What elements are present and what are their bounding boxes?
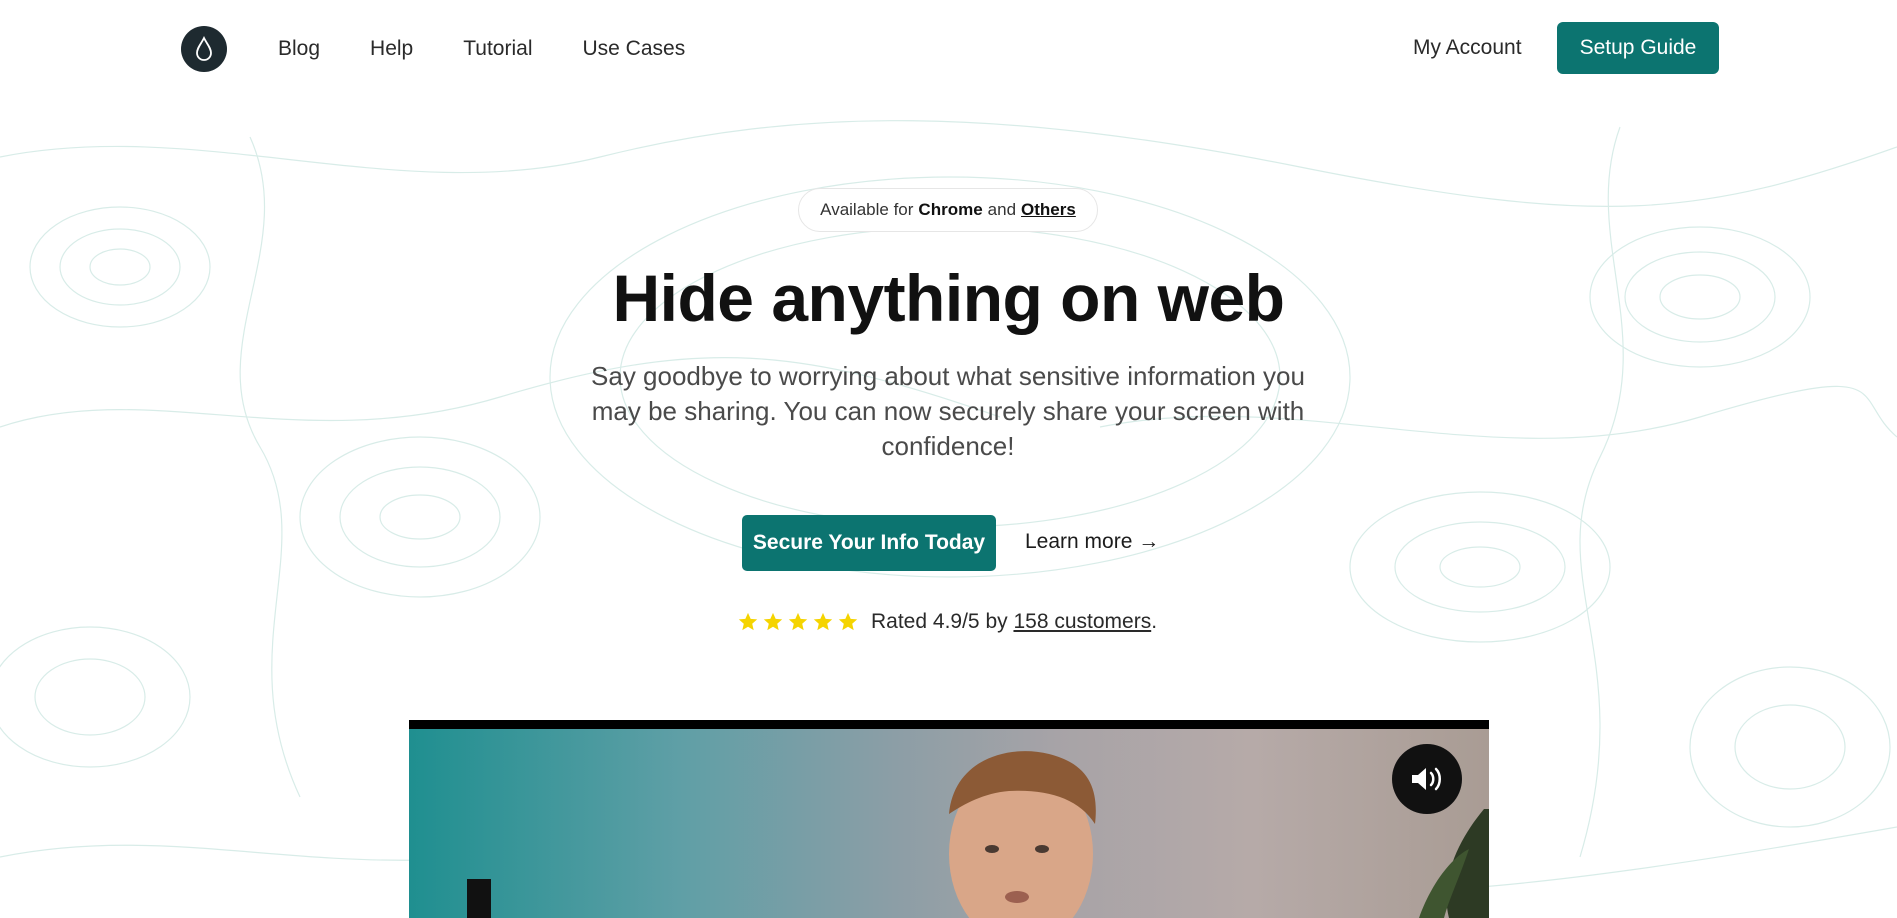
water-drop-icon bbox=[196, 36, 212, 61]
nav-tutorial[interactable]: Tutorial bbox=[463, 37, 532, 61]
rating-row: Rated 4.9/5 by 158 customers. bbox=[737, 607, 1157, 637]
rating-suffix: /5 by bbox=[962, 610, 1008, 633]
setup-guide-button[interactable]: Setup Guide bbox=[1557, 22, 1719, 74]
logo[interactable] bbox=[181, 26, 227, 72]
star-icon bbox=[838, 612, 858, 631]
availability-browser: Chrome bbox=[918, 200, 983, 219]
nav-help[interactable]: Help bbox=[370, 37, 413, 61]
nav-use-cases[interactable]: Use Cases bbox=[582, 37, 685, 61]
rating-prefix: Rated bbox=[871, 610, 928, 633]
hero-section: Available for Chrome and Others Hide any… bbox=[0, 97, 1897, 918]
mute-toggle-button[interactable] bbox=[1392, 744, 1462, 814]
availability-others-link[interactable]: Others bbox=[1021, 200, 1076, 220]
nav-blog[interactable]: Blog bbox=[278, 37, 320, 61]
main-nav: Blog Help Tutorial Use Cases bbox=[278, 0, 685, 97]
video-still bbox=[467, 751, 1489, 918]
rating-score: 4.9 bbox=[932, 610, 963, 633]
my-account-link[interactable]: My Account bbox=[1413, 36, 1522, 60]
rating-end: . bbox=[1151, 610, 1158, 633]
customers-link[interactable]: 158 customers bbox=[1013, 610, 1151, 633]
star-icon bbox=[763, 612, 783, 631]
availability-prefix: Available for bbox=[820, 200, 914, 219]
page-title: Hide anything on web bbox=[612, 261, 1285, 335]
secure-info-button[interactable]: Secure Your Info Today bbox=[742, 515, 996, 571]
rating-text: Rated 4.9/5 by 158 customers. bbox=[871, 610, 1157, 634]
speaker-icon bbox=[1412, 767, 1441, 791]
star-icon bbox=[813, 612, 833, 631]
video-frame bbox=[409, 729, 1489, 918]
hero-subtitle: Say goodbye to worrying about what sensi… bbox=[591, 361, 1305, 461]
site-header: Blog Help Tutorial Use Cases My Account … bbox=[0, 0, 1897, 97]
star-icon bbox=[788, 612, 808, 631]
rating-stars bbox=[737, 611, 859, 633]
star-icon bbox=[738, 612, 758, 631]
availability-conj: and bbox=[987, 200, 1017, 219]
video-player[interactable] bbox=[409, 720, 1489, 918]
availability-badge: Available for Chrome and Others bbox=[798, 188, 1098, 232]
learn-more-link[interactable]: Learn more → bbox=[1025, 530, 1159, 554]
